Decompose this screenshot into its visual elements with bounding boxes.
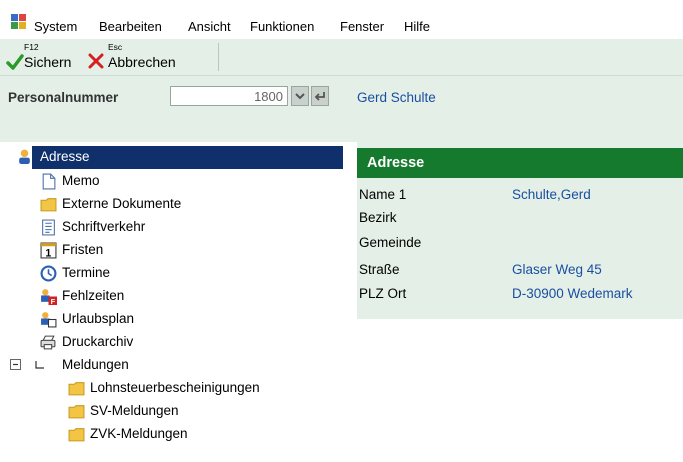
menu-bar: System Bearbeiten Ansicht Funktionen Fen… — [0, 0, 683, 38]
close-icon — [88, 53, 104, 69]
tree-item-label: SV-Meldungen — [90, 403, 179, 418]
tree-item-label: Externe Dokumente — [62, 196, 182, 211]
save-label: Sichern — [24, 54, 72, 70]
svg-text:F: F — [51, 297, 56, 305]
cancel-label: Abbrechen — [108, 54, 176, 70]
tree-item-lohnsteuerbescheinigungen[interactable]: Lohnsteuerbescheinigungen — [68, 377, 328, 400]
menu-system[interactable]: System — [34, 19, 77, 34]
tree-item-label: Termine — [62, 265, 111, 280]
expand-minus-icon[interactable] — [10, 359, 22, 371]
field-value-name1: Schulte,Gerd — [512, 187, 591, 202]
tree-item-label: Schriftverkehr — [62, 219, 146, 234]
folder-icon — [68, 428, 85, 442]
field-label-bezirk: Bezirk — [359, 210, 397, 225]
menu-hilfe[interactable]: Hilfe — [404, 19, 430, 34]
tree-item-fristen[interactable]: 1 Fristen — [40, 239, 300, 262]
memo-icon — [42, 173, 56, 190]
cancel-shortcut: Esc — [108, 42, 123, 52]
field-label-strasse: Straße — [359, 262, 400, 277]
toolbar-separator — [218, 43, 219, 71]
tree-item-label: Memo — [62, 173, 100, 188]
tree-item-zvk-meldungen[interactable]: ZVK-Meldungen — [68, 423, 328, 446]
tree-item-adresse[interactable]: Adresse — [19, 146, 343, 169]
field-label-gemeinde: Gemeinde — [359, 235, 422, 250]
checkmark-icon — [6, 54, 24, 70]
navigation-tree: Adresse Memo Externe Dokumente Schriftve… — [0, 142, 343, 462]
field-label-name1: Name 1 — [359, 187, 407, 202]
detail-title: Adresse — [367, 155, 425, 171]
personal-number-input[interactable]: 1800 — [170, 86, 288, 106]
cancel-button[interactable]: Esc Abbrechen — [86, 41, 216, 73]
tree-item-druckarchiv[interactable]: Druckarchiv — [40, 331, 300, 354]
document-icon — [42, 219, 55, 236]
tree-item-label: Meldungen — [62, 357, 129, 372]
tree-item-label: Fristen — [62, 242, 104, 257]
menu-ansicht[interactable]: Ansicht — [188, 19, 231, 34]
field-value-strasse: Glaser Weg 45 — [512, 262, 602, 277]
menu-fenster[interactable]: Fenster — [340, 19, 384, 34]
personal-number-label: Personalnummer — [8, 90, 119, 105]
field-label-plz-ort: PLZ Ort — [359, 286, 407, 301]
calendar-icon: 1 — [40, 242, 57, 259]
folder-icon — [68, 405, 85, 419]
tree-item-sv-meldungen[interactable]: SV-Meldungen — [68, 400, 328, 423]
tree-item-fehlzeiten[interactable]: F Fehlzeiten — [40, 285, 300, 308]
tree-item-label: Druckarchiv — [62, 334, 134, 349]
tree-item-label: Lohnsteuerbescheinigungen — [90, 380, 260, 395]
tree-item-externe-dokumente[interactable]: Externe Dokumente — [40, 193, 300, 216]
tree-item-meldungen[interactable]: Meldungen — [10, 354, 300, 377]
svg-text:1: 1 — [45, 247, 51, 259]
personal-number-dropdown[interactable] — [291, 86, 309, 106]
folder-icon — [68, 382, 85, 396]
toolbar: F12 Sichern Esc Abbrechen — [0, 39, 683, 76]
clock-icon — [40, 265, 57, 282]
absence-icon: F — [41, 289, 57, 305]
tree-item-schriftverkehr[interactable]: Schriftverkehr — [40, 216, 300, 239]
field-value-plz-ort: D-30900 Wedemark — [512, 286, 633, 301]
personal-number-enter-button[interactable] — [311, 86, 329, 106]
chevron-down-icon — [295, 93, 305, 100]
folder-icon — [40, 198, 57, 212]
save-shortcut: F12 — [24, 42, 39, 52]
employee-name: Gerd Schulte — [357, 90, 436, 105]
tree-item-label: Urlaubsplan — [62, 311, 135, 326]
printer-icon — [40, 335, 56, 350]
vacation-icon — [41, 312, 57, 328]
tree-item-memo[interactable]: Memo — [40, 170, 300, 193]
tree-item-termine[interactable]: Termine — [40, 262, 300, 285]
tree-item-label: ZVK-Meldungen — [90, 426, 188, 441]
personal-number-row: Personalnummer 1800 Gerd Schulte — [0, 76, 683, 142]
tree-branch-icon — [35, 361, 44, 369]
menu-bearbeiten[interactable]: Bearbeiten — [99, 19, 162, 34]
person-icon — [19, 149, 30, 164]
tree-item-urlaubsplan[interactable]: Urlaubsplan — [40, 308, 300, 331]
enter-arrow-icon — [314, 92, 325, 101]
app-icon[interactable] — [11, 14, 27, 30]
tree-item-label: Adresse — [40, 149, 90, 164]
tree-item-label: Fehlzeiten — [62, 288, 125, 303]
menu-funktionen[interactable]: Funktionen — [250, 19, 314, 34]
